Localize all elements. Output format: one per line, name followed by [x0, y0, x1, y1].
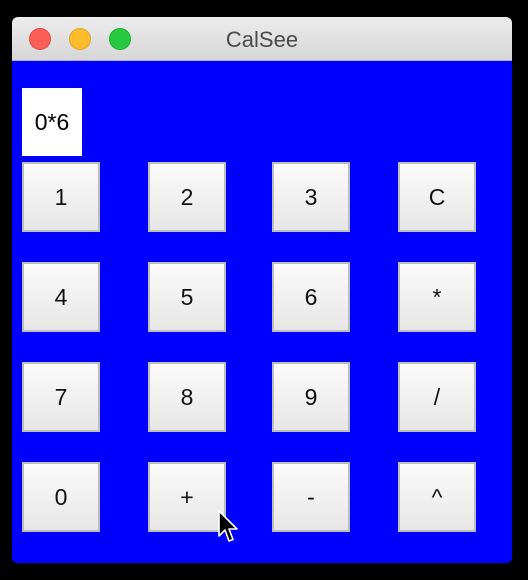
divide-button[interactable]: / [398, 362, 476, 432]
key-2-button[interactable]: 2 [148, 162, 226, 232]
key-1-button[interactable]: 1 [22, 162, 100, 232]
key-0-button[interactable]: 0 [22, 462, 100, 532]
clear-button[interactable]: C [398, 162, 476, 232]
calculator-panel: 0*6 1 2 3 C 4 5 6 * 7 8 9 / 0 + - ^ [12, 61, 512, 563]
window-title: CalSee [225, 27, 299, 52]
key-6-button[interactable]: 6 [272, 262, 350, 332]
power-button[interactable]: ^ [398, 462, 476, 532]
calsee-window: CalSee 0*6 1 2 3 C 4 5 6 * 7 8 9 / 0 + -… [12, 17, 512, 563]
title-bar[interactable]: CalSee [12, 17, 512, 61]
expression-display: 0*6 [22, 88, 82, 156]
mouse-pointer-icon [218, 510, 238, 542]
plus-button[interactable]: + [148, 462, 226, 532]
key-9-button[interactable]: 9 [272, 362, 350, 432]
key-3-button[interactable]: 3 [272, 162, 350, 232]
multiply-button[interactable]: * [398, 262, 476, 332]
key-7-button[interactable]: 7 [22, 362, 100, 432]
key-5-button[interactable]: 5 [148, 262, 226, 332]
minus-button[interactable]: - [272, 462, 350, 532]
key-8-button[interactable]: 8 [148, 362, 226, 432]
key-4-button[interactable]: 4 [22, 262, 100, 332]
